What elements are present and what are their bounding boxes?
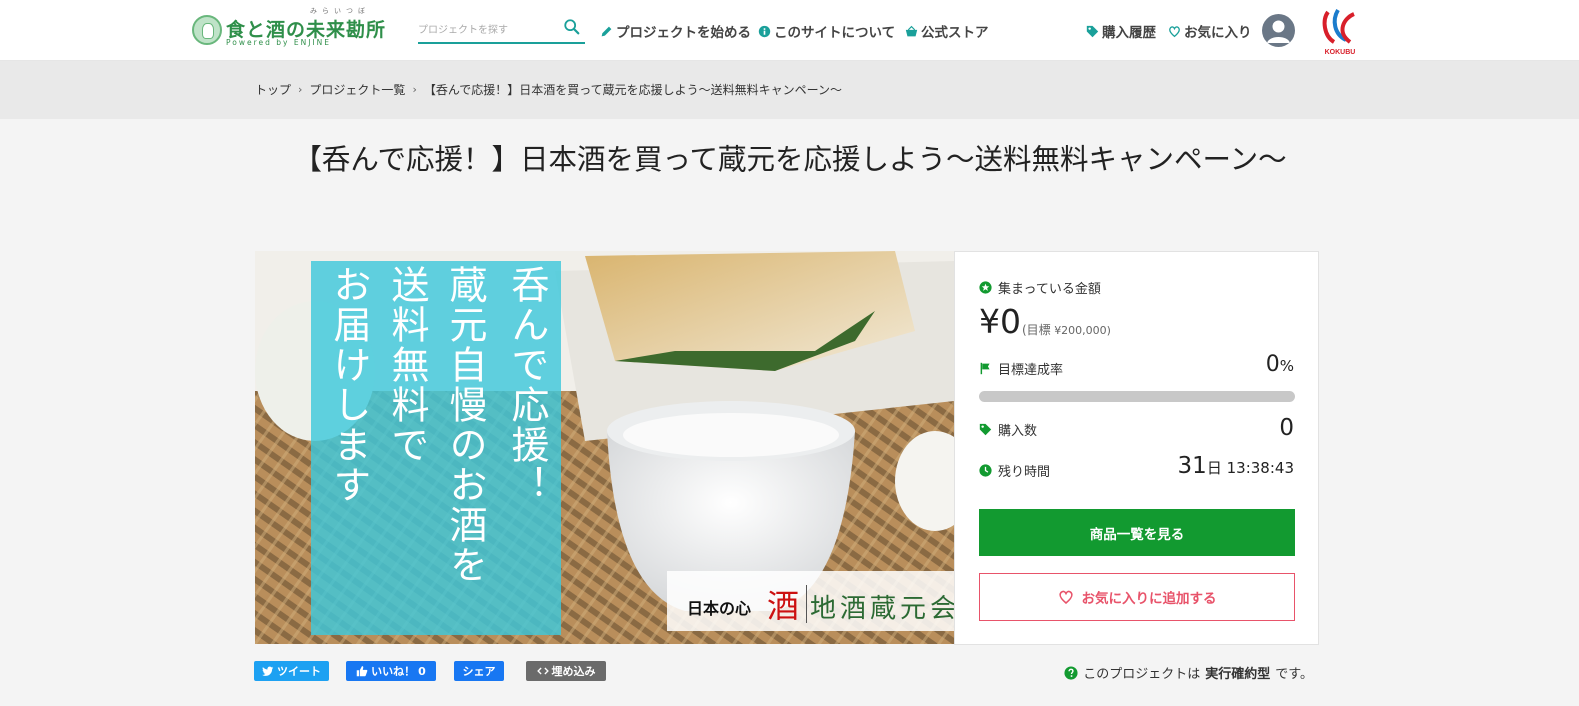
add-to-favorites-label: お気に入りに追加する [1081, 591, 1217, 606]
tweet-button[interactable]: ツイート [254, 661, 329, 681]
search-box [418, 16, 585, 44]
hero-line-1: 呑んで応援！ [505, 265, 549, 505]
embed-label: 埋め込み [551, 665, 596, 678]
heart-icon [1058, 590, 1073, 605]
star-circle-icon [979, 281, 992, 294]
note-suffix: です。 [1275, 667, 1313, 682]
achievement-rate: 0% [1266, 352, 1294, 377]
view-products-button[interactable]: 商品一覧を見る [979, 509, 1295, 556]
achievement-rate-value: 0 [1265, 352, 1280, 377]
twitter-bird-icon [262, 666, 274, 676]
hero-logo-sake: 酒 [767, 587, 800, 625]
breadcrumb-top[interactable]: トップ [255, 81, 291, 98]
collected-amount: ¥0 [979, 302, 1021, 341]
question-circle-icon[interactable] [1064, 665, 1078, 680]
nav-purchase-history[interactable]: 購入履歴 [1086, 21, 1156, 41]
code-icon [536, 667, 549, 675]
purchase-count: 0 [1279, 415, 1294, 441]
breadcrumb-separator: › [412, 83, 417, 96]
kokubu-logo[interactable]: KOKUBU [1320, 6, 1360, 56]
hero-logo-association: 地酒蔵元会 [810, 594, 954, 624]
like-label: いいね！ [371, 665, 416, 678]
nav-store-label: 公式ストア [921, 25, 989, 41]
remaining-time-label: 残り時間 [979, 461, 1050, 480]
purchase-count-label-text: 購入数 [998, 424, 1038, 439]
nav-favorites-label: お気に入り [1184, 25, 1252, 41]
tweet-label: ツイート [277, 665, 321, 678]
add-to-favorites-button[interactable]: お気に入りに追加する [979, 573, 1295, 621]
collected-amount-label: 集まっている金額 [979, 278, 1101, 297]
breadcrumb-project-list[interactable]: プロジェクト一覧 [309, 81, 405, 98]
achievement-rate-label-text: 目標達成率 [998, 363, 1064, 378]
like-button[interactable]: いいね！ 0 [346, 661, 436, 681]
nav-purchase-history-label: 購入履歴 [1102, 25, 1156, 41]
user-icon[interactable] [1262, 14, 1295, 47]
note-bold: 実行確約型 [1205, 667, 1271, 682]
nav-favorites[interactable]: お気に入り [1168, 21, 1252, 41]
remaining-time: 31日 13:38:43 [1178, 453, 1294, 479]
remaining-days-unit: 日 [1206, 459, 1222, 477]
nav-about[interactable]: このサイトについて [758, 21, 895, 41]
page-title: 【呑んで応援！】日本酒を買って蔵元を応援しよう～送料無料キャンペーン～ [293, 143, 1287, 176]
logo-subtitle: Powered by ENJINE [226, 38, 331, 47]
note-prefix: このプロジェクトは [1083, 667, 1201, 682]
hero-line-3: 送料無料で [385, 265, 429, 465]
hero-line-4: お届けします [327, 265, 371, 505]
clock-icon [979, 464, 992, 477]
progress-bar [979, 391, 1295, 402]
purchase-count-label: 購入数 [979, 420, 1037, 439]
tag-icon [1086, 25, 1099, 37]
tag-icon [979, 423, 992, 436]
remaining-time-label-text: 残り時間 [998, 465, 1051, 480]
nav-start-project[interactable]: プロジェクトを始める [600, 21, 751, 41]
breadcrumb-separator: › [298, 83, 303, 96]
search-icon[interactable] [563, 18, 581, 36]
logo-emblem-icon [192, 15, 222, 45]
project-stats-card: 集まっている金額 ¥0 (目標 ¥200,000) 目標達成率 0% 購入数 0… [954, 251, 1319, 645]
goal-amount: (目標 ¥200,000) [1022, 321, 1111, 338]
like-count: 0 [418, 664, 426, 678]
nav-about-label: このサイトについて [774, 25, 896, 41]
goal-value: ¥200,000) [1054, 324, 1111, 337]
hero-logo-text: 日本の心 [687, 599, 752, 618]
breadcrumb: トップ › プロジェクト一覧 › 【呑んで応援！】日本酒を買って蔵元を応援しよう… [255, 81, 842, 98]
remaining-days: 31 [1177, 453, 1207, 479]
achievement-rate-unit: % [1279, 357, 1294, 375]
collected-amount-label-text: 集まっている金額 [998, 282, 1101, 297]
nav-start-project-label: プロジェクトを始める [616, 25, 751, 41]
project-hero-image: 呑んで応援！ 蔵元自慢のお酒を 送料無料で お届けします 日本の心 酒 地酒蔵元… [255, 251, 954, 644]
search-input[interactable] [418, 20, 558, 40]
info-icon [758, 25, 771, 37]
nav-store[interactable]: 公式ストア [905, 21, 989, 41]
pencil-icon [601, 26, 612, 36]
achievement-rate-label: 目標達成率 [979, 359, 1063, 378]
hero-line-2: 蔵元自慢のお酒を [443, 265, 487, 585]
embed-button[interactable]: 埋め込み [526, 661, 606, 681]
flag-icon [980, 362, 990, 375]
heart-icon [1169, 25, 1180, 37]
project-type-note: このプロジェクトは 実行確約型 です。 [1064, 663, 1313, 682]
site-logo[interactable]: みらいつぼ 食と酒の未来勘所 Powered by ENJINE [192, 7, 388, 49]
basket-icon [905, 25, 918, 36]
kokubu-label: KOKUBU [1325, 49, 1356, 56]
breadcrumb-current: 【呑んで応援！】日本酒を買って蔵元を応援しよう～送料無料キャンペーン～ [423, 83, 843, 97]
remaining-clock: 13:38:43 [1226, 459, 1294, 477]
hero-logo-divider [806, 585, 807, 623]
share-button[interactable]: シェア [454, 661, 504, 681]
site-header: みらいつぼ 食と酒の未来勘所 Powered by ENJINE プロジェクトを… [0, 0, 1579, 61]
thumbs-up-icon [356, 666, 368, 677]
goal-prefix: (目標 [1022, 323, 1051, 337]
